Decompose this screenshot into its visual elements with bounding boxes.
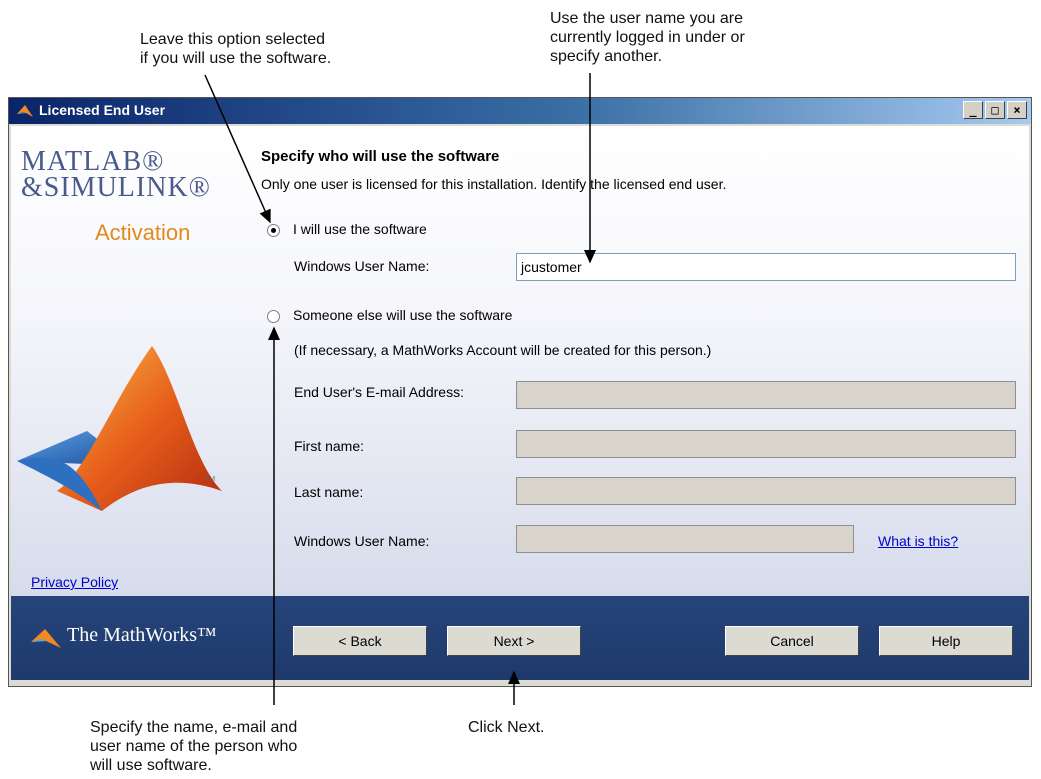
callout-arrows [204,73,596,705]
arrow-to-self-radio [204,74,271,224]
